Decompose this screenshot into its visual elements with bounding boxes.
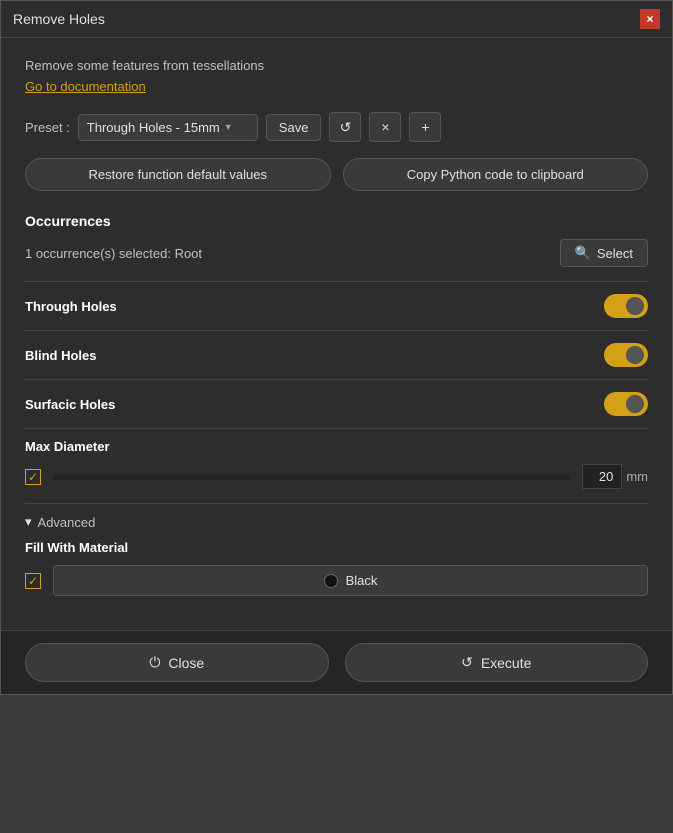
fill-material-label: Fill With Material	[25, 540, 648, 555]
occurrences-row: 1 occurrence(s) selected: Root 🔍 Select	[25, 239, 648, 267]
clear-preset-button[interactable]: ×	[369, 112, 401, 142]
restore-defaults-button[interactable]: Restore function default values	[25, 158, 331, 191]
close-button[interactable]: ⏻ Close	[25, 643, 329, 682]
preset-value: Through Holes - 15mm	[87, 120, 220, 135]
surfacic-holes-row: Surfacic Holes	[25, 380, 648, 428]
window-title: Remove Holes	[13, 11, 105, 27]
main-content: Remove some features from tessellations …	[1, 38, 672, 630]
description-text: Remove some features from tessellations	[25, 58, 648, 73]
advanced-label: Advanced	[38, 515, 96, 530]
save-preset-button[interactable]: Save	[266, 114, 322, 141]
title-bar: Remove Holes ×	[1, 1, 672, 38]
surfacic-holes-label: Surfacic Holes	[25, 397, 115, 412]
color-dropdown[interactable]: Black	[53, 565, 648, 596]
occurrences-section-title: Occurrences	[25, 213, 648, 229]
diameter-input[interactable]	[582, 464, 622, 489]
diameter-unit: mm	[626, 469, 648, 484]
actions-row: Restore function default values Copy Pyt…	[25, 158, 648, 191]
diameter-slider[interactable]	[53, 474, 570, 480]
select-button[interactable]: 🔍 Select	[560, 239, 648, 267]
execute-label: Execute	[481, 655, 532, 671]
diameter-value-row: mm	[582, 464, 648, 489]
power-icon: ⏻	[149, 654, 160, 671]
diameter-row: ✓ mm	[25, 464, 648, 503]
execute-button[interactable]: ↺ Execute	[345, 643, 649, 682]
max-diameter-section: Max Diameter ✓ mm	[25, 429, 648, 503]
search-icon: 🔍	[575, 245, 591, 261]
through-holes-toggle[interactable]	[604, 294, 648, 318]
refresh-icon: ↺	[340, 119, 352, 136]
color-label: Black	[346, 573, 378, 588]
occurrences-text: 1 occurrence(s) selected: Root	[25, 246, 202, 261]
blind-holes-label: Blind Holes	[25, 348, 97, 363]
close-icon: ×	[381, 119, 389, 135]
plus-icon: +	[421, 119, 429, 135]
chevron-down-icon: ▾	[226, 122, 231, 133]
fill-material-row: ✓ Black	[25, 565, 648, 610]
documentation-link[interactable]: Go to documentation	[25, 79, 146, 94]
copy-python-button[interactable]: Copy Python code to clipboard	[343, 158, 649, 191]
blind-holes-toggle[interactable]	[604, 343, 648, 367]
select-label: Select	[597, 246, 633, 261]
preset-label: Preset :	[25, 120, 70, 135]
execute-icon: ↺	[461, 654, 473, 671]
preset-dropdown[interactable]: Through Holes - 15mm ▾	[78, 114, 258, 141]
advanced-row[interactable]: ▾ Advanced	[25, 504, 648, 540]
through-holes-row: Through Holes	[25, 282, 648, 330]
chevron-down-icon: ▾	[25, 514, 32, 530]
fill-material-checkbox[interactable]: ✓	[25, 573, 41, 589]
window-close-button[interactable]: ×	[640, 9, 660, 29]
max-diameter-label: Max Diameter	[25, 439, 648, 454]
color-dot-icon	[324, 574, 338, 588]
add-preset-button[interactable]: +	[409, 112, 441, 142]
close-label: Close	[168, 655, 204, 671]
checkmark-icon: ✓	[28, 574, 38, 588]
reset-preset-button[interactable]: ↺	[329, 112, 361, 142]
max-diameter-checkbox[interactable]: ✓	[25, 469, 41, 485]
preset-row: Preset : Through Holes - 15mm ▾ Save ↺ ×…	[25, 112, 648, 142]
checkmark-icon: ✓	[28, 470, 38, 484]
surfacic-holes-toggle[interactable]	[604, 392, 648, 416]
remove-holes-window: Remove Holes × Remove some features from…	[0, 0, 673, 695]
blind-holes-row: Blind Holes	[25, 331, 648, 379]
footer: ⏻ Close ↺ Execute	[1, 630, 672, 694]
through-holes-label: Through Holes	[25, 299, 117, 314]
